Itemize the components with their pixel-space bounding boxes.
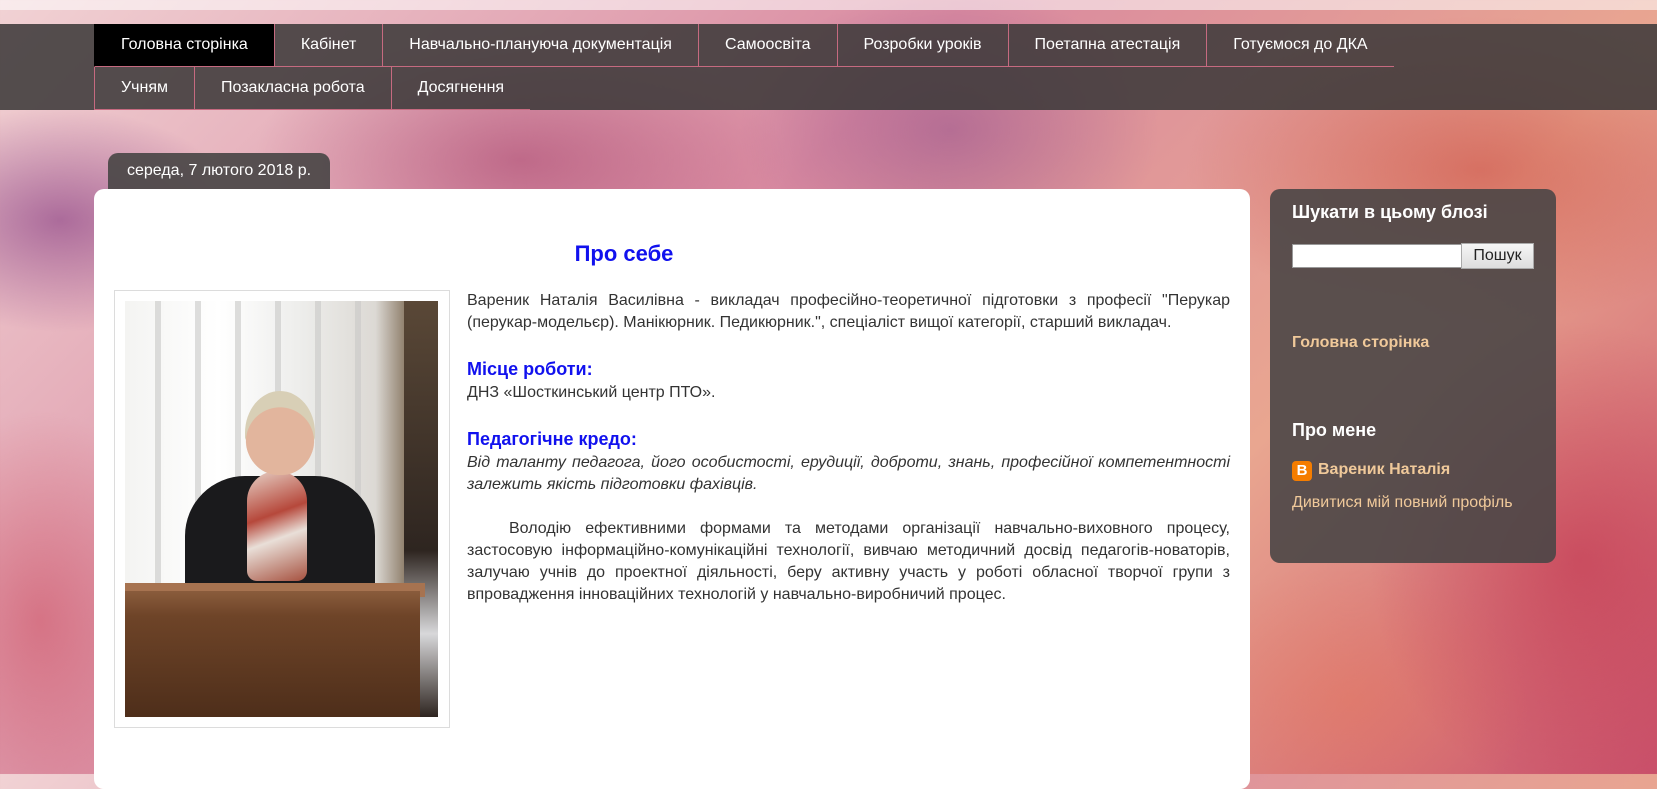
- nav-item-cabinet[interactable]: Кабінет: [273, 24, 383, 67]
- main-content-panel: Про себе Вареник Наталія Василівна - вик…: [94, 189, 1250, 789]
- credo-heading: Педагогічне кредо:: [467, 429, 637, 449]
- full-profile-link[interactable]: Дивитися мій повний профіль: [1292, 494, 1513, 512]
- workplace-text: ДНЗ «Шосткинський центр ПТО».: [467, 384, 716, 401]
- nav-item-achievements[interactable]: Досягнення: [390, 67, 531, 110]
- podium: [125, 591, 420, 717]
- top-background-strip: [0, 0, 1657, 10]
- nav-row-1: Головна сторінка Кабінет Навчально-плану…: [94, 24, 1394, 67]
- curtain-fold: [155, 301, 161, 601]
- post-date-header: середа, 7 лютого 2018 р.: [108, 153, 331, 189]
- credo-text: Від таланту педагога, його особистості, …: [467, 454, 1230, 493]
- nav-item-extracurricular[interactable]: Позакласна робота: [194, 67, 391, 110]
- post-body: Вареник Наталія Василівна - викладач про…: [467, 290, 1230, 606]
- person-scarf: [247, 471, 307, 581]
- search-input[interactable]: [1292, 244, 1466, 268]
- profile-photo: [125, 301, 438, 717]
- nav-item-self-education[interactable]: Самоосвіта: [697, 24, 837, 67]
- nav-item-home[interactable]: Головна сторінка: [94, 24, 274, 67]
- nav-row-2: Учням Позакласна робота Досягнення: [94, 67, 531, 110]
- sidebar-home-link[interactable]: Головна сторінка: [1292, 334, 1429, 352]
- intro-text: Вареник Наталія Василівна - викладач про…: [467, 292, 1230, 331]
- experience-paragraph: Володію ефективними формами та методами …: [467, 520, 1230, 603]
- search-widget-title: Шукати в цьому блозі: [1292, 202, 1488, 222]
- post-title: Про себе: [574, 241, 674, 266]
- about-me-title: Про мене: [1292, 420, 1377, 440]
- profile-photo-frame: [114, 290, 450, 728]
- sidebar: Шукати в цьому блозі Пошук Головна сторі…: [1270, 189, 1556, 563]
- blogger-icon: B: [1292, 461, 1312, 481]
- workplace-heading: Місце роботи:: [467, 359, 593, 379]
- nav-item-students[interactable]: Учням: [94, 67, 194, 110]
- nav-item-attestation[interactable]: Поетапна атестація: [1007, 24, 1207, 67]
- person-head: [245, 391, 315, 475]
- nav-item-planning-docs[interactable]: Навчально-плануюча документація: [382, 24, 698, 67]
- nav-item-lesson-plans[interactable]: Розробки уроків: [836, 24, 1008, 67]
- nav-item-dka-prep[interactable]: Готуємося до ДКА: [1206, 24, 1394, 67]
- top-navigation-bar: Головна сторінка Кабінет Навчально-плану…: [0, 24, 1657, 110]
- search-button[interactable]: Пошук: [1461, 243, 1534, 269]
- author-name-link[interactable]: Вареник Наталія: [1318, 461, 1450, 479]
